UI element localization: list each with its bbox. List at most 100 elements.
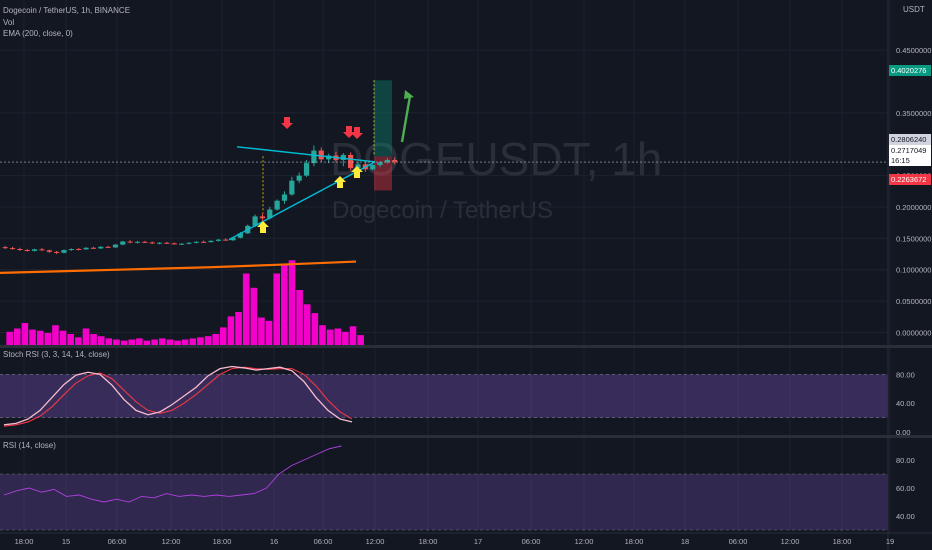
- volume-bar: [120, 340, 128, 345]
- volume-label: Vol: [3, 18, 15, 27]
- time-tick-label: 18:00: [833, 537, 852, 546]
- volume-bar: [303, 304, 311, 345]
- candle-body: [54, 251, 60, 253]
- stoch-tick-label: 80.00: [896, 370, 915, 379]
- candle-body: [281, 194, 288, 201]
- candle-body: [318, 150, 324, 160]
- rsi-tick-label: 80.00: [896, 456, 915, 465]
- volume-bar: [151, 339, 158, 345]
- price-tick-label: 0.0000000: [896, 328, 931, 337]
- volume-bar: [181, 339, 189, 345]
- symbol-title: Dogecoin / TetherUS, 1h, BINANCE: [3, 6, 131, 15]
- price-tick-label: 0.1000000: [896, 266, 931, 275]
- volume-bar: [6, 331, 13, 345]
- candle-body: [274, 200, 280, 210]
- volume-bar: [319, 325, 326, 345]
- volume-bar: [258, 317, 265, 345]
- rsi-tick-label: 60.00: [896, 484, 915, 493]
- candle-body: [156, 242, 163, 244]
- ema-label: EMA (200, close, 0): [3, 29, 73, 38]
- stop-price-tag: 0.2263672: [889, 174, 931, 185]
- volume-bar: [44, 332, 52, 345]
- candle-body: [289, 180, 295, 195]
- price-tick-label: 0.3500000: [896, 109, 931, 118]
- volume-bar: [128, 339, 136, 345]
- volume-bar: [235, 312, 242, 345]
- stoch-tick-label: 40.00: [896, 399, 915, 408]
- rsi-label: RSI (14, close): [3, 441, 56, 450]
- volume-bar: [281, 264, 288, 345]
- candle-body: [348, 154, 354, 169]
- candle-body: [171, 243, 177, 245]
- time-tick-label: 12:00: [162, 537, 181, 546]
- candle-body: [134, 241, 141, 243]
- volume-bar: [166, 339, 174, 345]
- volume-bar: [67, 334, 74, 345]
- volume-bar: [82, 328, 90, 345]
- candle-body: [2, 247, 8, 249]
- candle-body: [76, 249, 82, 251]
- candle-body: [46, 250, 52, 252]
- time-tick-label: 18:00: [625, 537, 644, 546]
- volume-bar: [105, 338, 113, 345]
- watermark-name: Dogecoin / TetherUS: [332, 197, 553, 224]
- time-tick-label: 12:00: [575, 537, 594, 546]
- volume-bar: [273, 273, 281, 345]
- candle-body: [377, 162, 383, 165]
- volume-bar: [265, 320, 273, 345]
- volume-bar: [189, 338, 197, 345]
- volume-bar: [29, 329, 36, 345]
- volume-bar: [311, 313, 319, 345]
- candle-body: [68, 249, 74, 251]
- rsi-tick-label: 40.00: [896, 512, 915, 521]
- candle-body: [208, 240, 214, 243]
- candle-body: [392, 159, 398, 162]
- currency-label: USDT: [903, 5, 925, 14]
- volume-bar: [21, 323, 29, 345]
- candle-body: [127, 241, 133, 243]
- candle-body: [32, 249, 38, 251]
- candle-body: [370, 164, 376, 170]
- volume-bar: [296, 290, 303, 345]
- volume-bar: [334, 328, 342, 345]
- stoch-rsi-label: Stoch RSI (3, 3, 14, 14, close): [3, 350, 110, 359]
- price-tick-label: 0.2000000: [896, 203, 931, 212]
- time-tick-label: 15: [62, 537, 70, 546]
- volume-bar: [143, 340, 151, 345]
- time-tick-label: 12:00: [781, 537, 800, 546]
- entry-price-tag: 0.2806240: [889, 134, 931, 145]
- volume-bar: [13, 328, 21, 345]
- volume-bar: [288, 260, 296, 345]
- volume-bar: [242, 273, 250, 345]
- candle-body: [186, 242, 192, 244]
- candle-countdown: 16:15: [889, 155, 931, 166]
- take-profit-zone: [374, 80, 392, 157]
- time-tick-label: 18:00: [15, 537, 34, 546]
- candle-body: [179, 243, 185, 245]
- candle-body: [201, 241, 207, 243]
- candle-body: [39, 249, 45, 251]
- candle-body: [105, 246, 111, 248]
- pane-separator: [0, 345, 932, 348]
- volume-bar: [342, 331, 349, 345]
- candle-body: [112, 244, 119, 248]
- volume-bar: [227, 316, 235, 345]
- volume-bar: [204, 336, 212, 345]
- trading-chart[interactable]: DOGEUSDT, 1h Dogecoin / TetherUS 80.0040…: [0, 0, 932, 550]
- candle-body: [98, 246, 104, 249]
- volume-bar: [250, 287, 258, 345]
- volume-bar: [136, 338, 143, 345]
- candle-body: [83, 247, 89, 250]
- volume-bar: [75, 337, 82, 345]
- candle-body: [259, 216, 266, 219]
- stoch-band: [0, 374, 888, 418]
- time-tick-label: 06:00: [729, 537, 748, 546]
- volume-bar: [90, 334, 97, 345]
- candle-body: [296, 175, 302, 181]
- time-tick-label: 18: [681, 537, 689, 546]
- time-tick-label: 18:00: [419, 537, 438, 546]
- time-tick-label: 17: [474, 537, 482, 546]
- candle-body: [90, 247, 96, 249]
- time-tick-label: 06:00: [522, 537, 541, 546]
- volume-bar: [357, 335, 364, 345]
